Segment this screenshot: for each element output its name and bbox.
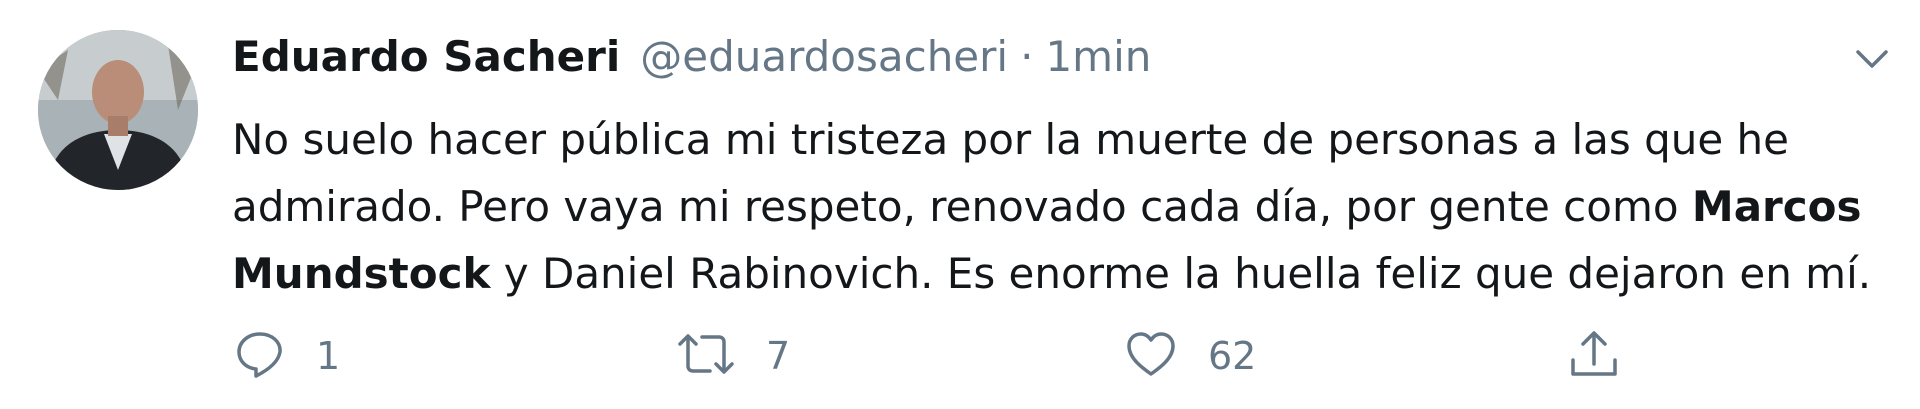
retweet-count: 7 (766, 334, 791, 378)
timestamp[interactable]: 1min (1045, 32, 1151, 81)
share-icon (1566, 326, 1622, 386)
tweet-header: Eduardo Sacheri @eduardosacheri · 1min (232, 32, 1151, 92)
retweet-icon (676, 328, 736, 384)
reply-button[interactable]: 1 (234, 326, 340, 386)
tweet-text: No suelo hacer pública mi tristeza por l… (232, 106, 1912, 307)
heart-icon (1124, 328, 1178, 384)
like-count: 62 (1208, 334, 1257, 378)
tweet: Eduardo Sacheri @eduardosacheri · 1min N… (0, 0, 1920, 409)
author-name[interactable]: Eduardo Sacheri (232, 32, 620, 81)
reply-icon (234, 328, 286, 384)
author-handle[interactable]: @eduardosacheri (640, 32, 1008, 81)
retweet-button[interactable]: 7 (676, 326, 790, 386)
separator: · (1020, 32, 1034, 81)
tweet-text-part1: No suelo hacer pública mi tristeza por l… (232, 115, 1790, 231)
tweet-text-part2: y Daniel Rabinovich. Es enorme la huella… (490, 249, 1872, 298)
like-button[interactable]: 62 (1124, 326, 1256, 386)
share-button[interactable] (1566, 326, 1622, 386)
avatar[interactable] (38, 30, 198, 190)
reply-count: 1 (316, 334, 341, 378)
action-bar: 1 7 62 (0, 326, 1920, 386)
chevron-down-icon[interactable] (1850, 36, 1894, 80)
